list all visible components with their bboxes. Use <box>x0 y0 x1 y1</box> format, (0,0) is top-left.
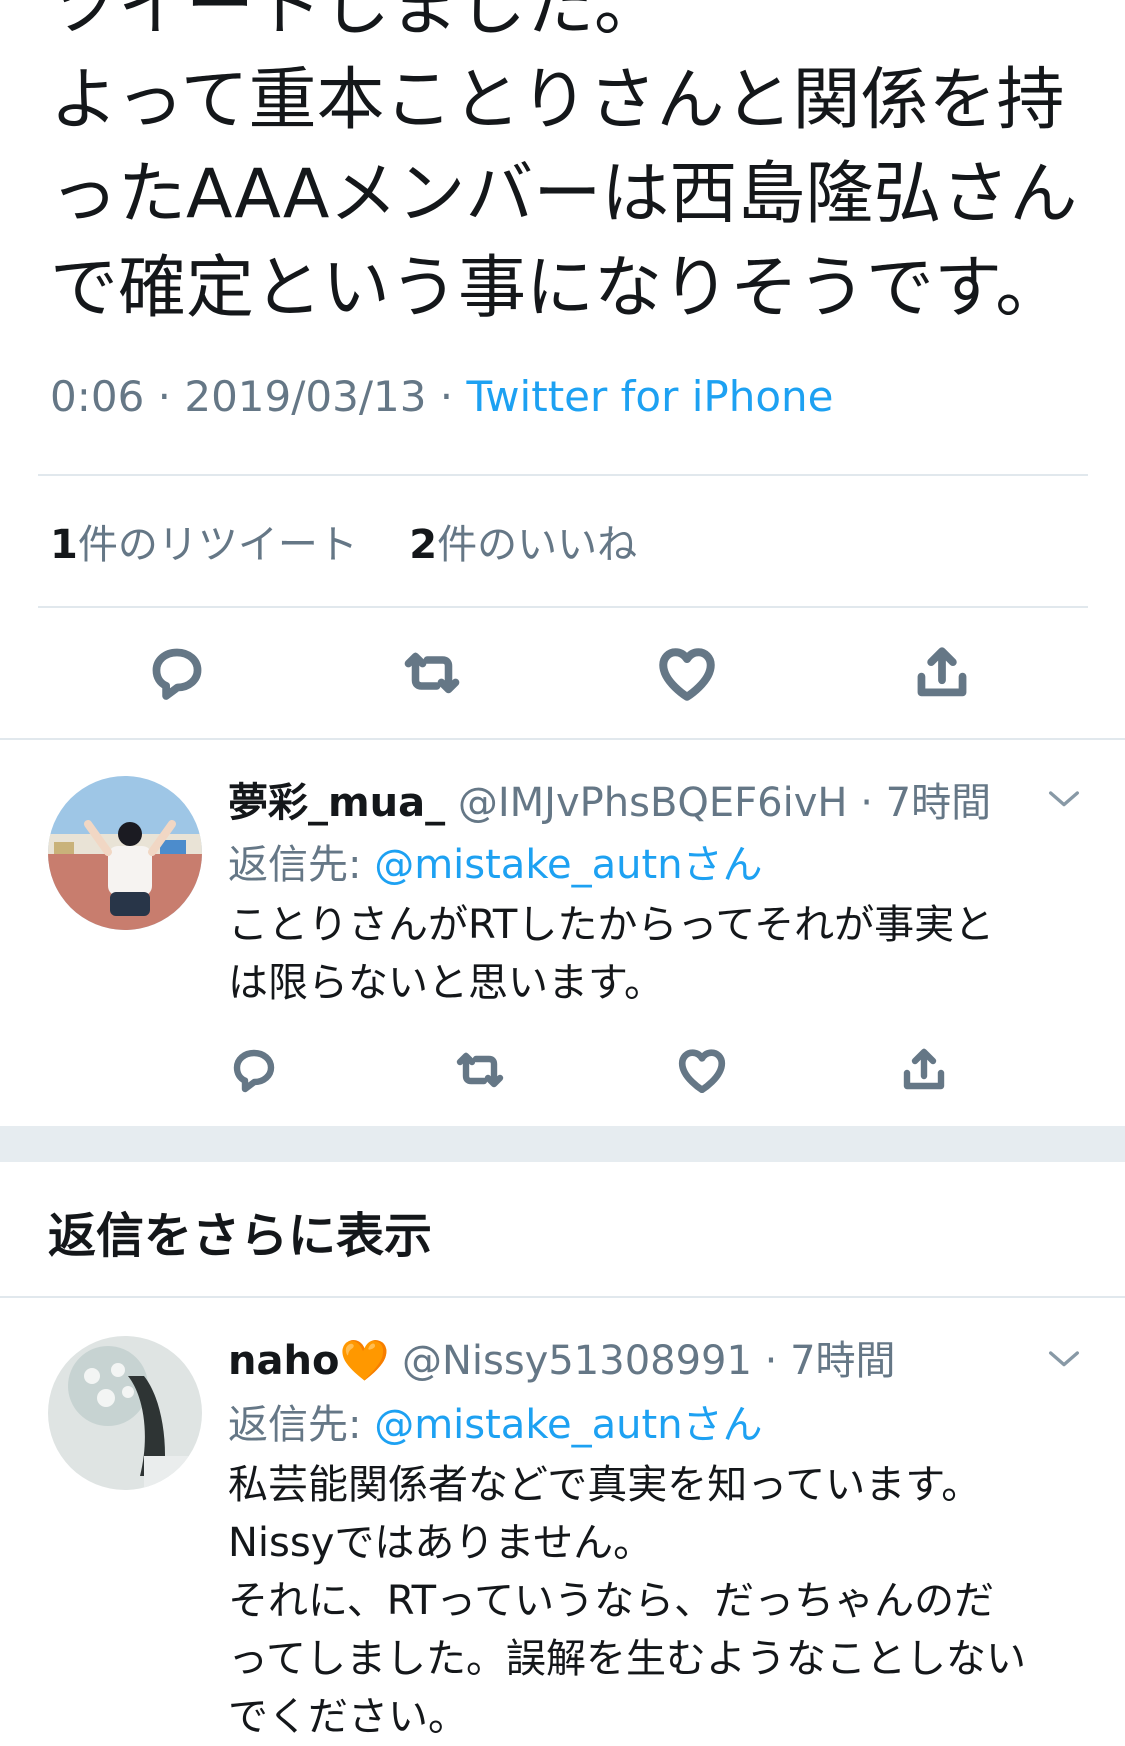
divider <box>0 1296 1125 1298</box>
retweet-icon <box>456 1052 504 1088</box>
like-icon <box>659 648 715 701</box>
reply-time: · 7時間 <box>860 780 992 826</box>
like-button[interactable] <box>676 1040 728 1100</box>
reply-to-label: 返信先: <box>228 842 375 888</box>
retweet-button[interactable] <box>392 638 472 708</box>
retweet-icon <box>404 652 460 694</box>
reply-to-mention[interactable]: @mistake_autnさん <box>374 842 762 888</box>
reply-to-mention[interactable]: @mistake_autnさん <box>374 1402 762 1448</box>
divider <box>38 474 1088 476</box>
section-separator <box>0 1126 1125 1162</box>
reply-button[interactable] <box>228 1040 280 1100</box>
likes-stat[interactable]: 2件のいいね <box>409 522 637 568</box>
reply-author-name[interactable]: 夢彩_mua_ <box>228 780 445 826</box>
reply-icon <box>233 1049 275 1093</box>
show-more-replies[interactable]: 返信をさらに表示 <box>48 1196 432 1266</box>
tweet-text: ツイートしました。 よって重本ことりさんと関係を持 ったAAAメンバーは西島隆弘… <box>50 0 1078 328</box>
reply-to-line: 返信先: @mistake_autnさん <box>228 1392 763 1450</box>
chevron-down-icon[interactable] <box>1044 1338 1084 1378</box>
reply-author-name[interactable]: naho <box>228 1338 339 1384</box>
like-icon <box>678 1049 726 1093</box>
reply-icon <box>152 648 202 700</box>
reply-header: 夢彩_mua_ @IMJvPhsBQEF6ivH · 7時間 <box>228 770 991 828</box>
reply-time: · 7時間 <box>764 1338 896 1384</box>
share-icon <box>917 647 967 697</box>
reply-author-handle[interactable]: @IMJvPhsBQEF6ivH <box>458 780 848 826</box>
reply-header: naho🧡 @Nissy51308991 · 7時間 <box>228 1328 896 1386</box>
chevron-down-icon[interactable] <box>1044 778 1084 818</box>
tweet-stats: 1件のリツイート 2件のいいね <box>50 512 637 570</box>
divider <box>0 738 1125 740</box>
reply-text: ことりさんがRTしたからってそれが事実と は限らないと思います。 <box>228 902 995 1006</box>
tweet-source-link[interactable]: Twitter for iPhone <box>467 372 834 421</box>
reply-to-line: 返信先: @mistake_autnさん <box>228 832 763 890</box>
reply-author-handle[interactable]: @Nissy51308991 <box>402 1338 752 1384</box>
avatar[interactable] <box>48 776 202 930</box>
divider <box>38 606 1088 608</box>
reply-text: 私芸能関係者などで真実を知っています。 Nissyではありません。 それに、RT… <box>228 1462 1026 1740</box>
share-icon <box>903 1048 945 1090</box>
tweet-meta: 0:06 · 2019/03/13 · Twitter for iPhone <box>50 372 834 421</box>
heart-emoji: 🧡 <box>339 1338 390 1384</box>
reply-to-label: 返信先: <box>228 1402 375 1448</box>
retweets-stat[interactable]: 1件のリツイート <box>50 522 358 568</box>
share-button[interactable] <box>902 638 982 708</box>
tweet-timestamp: 0:06 · 2019/03/13 · <box>50 372 467 421</box>
like-button[interactable] <box>647 638 727 708</box>
reply-button[interactable] <box>137 638 217 708</box>
share-button[interactable] <box>898 1040 950 1100</box>
retweet-button[interactable] <box>450 1040 510 1100</box>
avatar[interactable] <box>48 1336 202 1490</box>
